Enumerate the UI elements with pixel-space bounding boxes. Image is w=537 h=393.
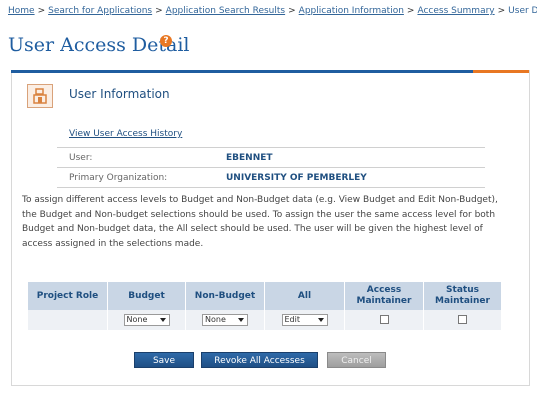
budget-select[interactable]: None xyxy=(123,314,170,326)
view-access-history-link[interactable]: View User Access History xyxy=(69,129,182,139)
panel-top-accent xyxy=(473,70,529,73)
header-project-role: Project Role xyxy=(28,282,108,310)
user-value: EBENNET xyxy=(226,153,273,163)
divider xyxy=(57,147,485,148)
primary-org-label: Primary Organization: xyxy=(69,173,168,183)
breadcrumb-current: User Detail xyxy=(508,6,537,16)
breadcrumb-link-search[interactable]: Search for Applications xyxy=(48,6,152,16)
all-cell: Edit xyxy=(264,310,345,330)
non-budget-cell: None xyxy=(185,310,265,330)
dropdown-arrow-icon xyxy=(317,318,324,322)
save-button[interactable]: Save xyxy=(134,352,194,368)
non-budget-select[interactable]: None xyxy=(202,314,248,326)
breadcrumb-link-results[interactable]: Application Search Results xyxy=(166,6,285,16)
divider xyxy=(57,167,485,168)
all-select[interactable]: Edit xyxy=(281,314,328,326)
primary-org-value: UNIVERSITY OF PEMBERLEY xyxy=(226,173,367,183)
section-title: User Information xyxy=(69,87,170,101)
breadcrumb-link-home[interactable]: Home xyxy=(8,6,35,16)
revoke-all-accesses-button[interactable]: Revoke All Accesses xyxy=(201,352,318,368)
status-maintainer-checkbox[interactable] xyxy=(458,315,467,324)
status-maintainer-cell xyxy=(423,310,501,330)
breadcrumb: Home > Search for Applications > Application… xyxy=(8,6,537,16)
access-maintainer-cell xyxy=(344,310,424,330)
panel-top-border xyxy=(11,70,529,73)
dropdown-arrow-icon xyxy=(159,318,166,322)
header-access-maintainer: Access Maintainer xyxy=(344,282,424,310)
access-maintainer-checkbox[interactable] xyxy=(379,315,389,324)
budget-cell: None xyxy=(107,310,186,330)
dropdown-arrow-icon xyxy=(238,318,244,322)
cancel-button[interactable]: Cancel xyxy=(327,352,386,368)
instructions-text: To assign different access levels to Bud… xyxy=(22,195,498,249)
header-budget: Budget xyxy=(107,282,186,310)
header-non-budget: Non-Budget xyxy=(185,282,265,310)
help-icon[interactable]: ? xyxy=(160,35,172,47)
header-status-maintainer: Status Maintainer xyxy=(423,282,501,310)
breadcrumb-link-access-summary[interactable]: Access Summary xyxy=(417,6,494,16)
divider xyxy=(57,187,485,188)
project-role-cell xyxy=(28,310,108,330)
header-all: All xyxy=(264,282,345,310)
access-grid: Project Role Budget Non-Budget All Acces… xyxy=(28,282,501,330)
user-label: User: xyxy=(69,153,93,163)
breadcrumb-link-app-info[interactable]: Application Information xyxy=(299,6,404,16)
table-row: None None Edit xyxy=(28,310,501,330)
user-info-icon xyxy=(27,84,53,108)
